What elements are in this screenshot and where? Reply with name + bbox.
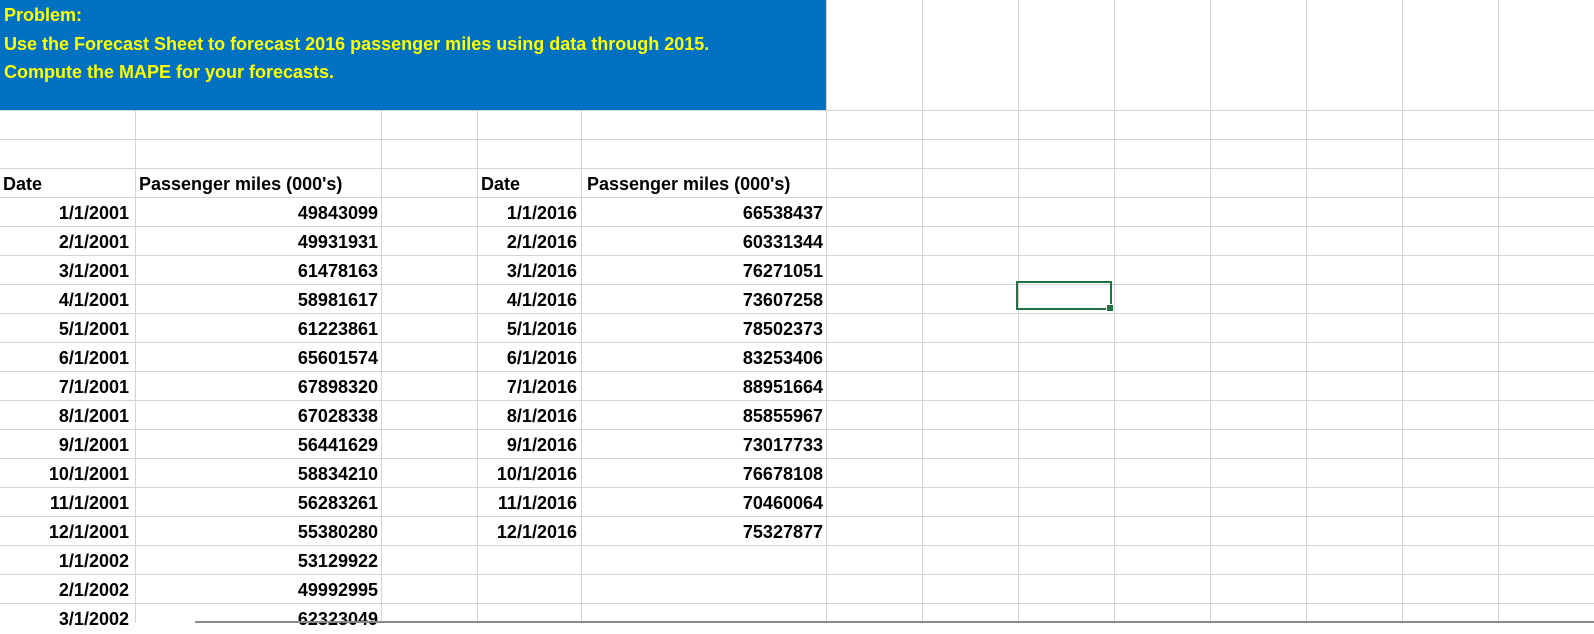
table1-miles-cell[interactable]: 56283261 bbox=[136, 489, 381, 518]
table1-miles-cell[interactable]: 56441629 bbox=[136, 431, 381, 460]
table1-miles-cell[interactable]: 55380280 bbox=[136, 518, 381, 547]
table1-date-cell[interactable]: 3/1/2002 bbox=[0, 605, 132, 634]
table2-date-cell[interactable]: 10/1/2016 bbox=[478, 460, 580, 489]
table2-header-date[interactable]: Date bbox=[478, 170, 583, 199]
column-gridline bbox=[1306, 0, 1307, 623]
column-gridline bbox=[826, 0, 827, 623]
row-gridline bbox=[0, 110, 1594, 111]
table2-miles-cell[interactable]: 85855967 bbox=[584, 402, 826, 431]
table1-header-miles[interactable]: Passenger miles (000's) bbox=[136, 170, 383, 199]
table1-miles-cell[interactable]: 61223861 bbox=[136, 315, 381, 344]
table1-miles-cell[interactable]: 67028338 bbox=[136, 402, 381, 431]
table2-date-cell[interactable]: 12/1/2016 bbox=[478, 518, 580, 547]
problem-title: Problem: bbox=[4, 5, 83, 25]
table1-header-date[interactable]: Date bbox=[0, 170, 135, 199]
table2-miles-cell[interactable]: 88951664 bbox=[584, 373, 826, 402]
problem-mape-instruction: Compute the MAPE for your forecasts. bbox=[4, 62, 335, 82]
table1-miles-cell[interactable]: 62323049 bbox=[136, 605, 381, 634]
problem-statement-box[interactable]: Problem: Use the Forecast Sheet to forec… bbox=[0, 0, 826, 110]
table2-header-miles[interactable]: Passenger miles (000's) bbox=[584, 170, 826, 199]
row-gridline bbox=[0, 139, 1594, 140]
table1-date-cell[interactable]: 1/1/2002 bbox=[0, 547, 132, 576]
table1-miles-cell[interactable]: 58981617 bbox=[136, 286, 381, 315]
table1-date-cell[interactable]: 11/1/2001 bbox=[0, 489, 132, 518]
table1-date-cell[interactable]: 12/1/2001 bbox=[0, 518, 132, 547]
table1-miles-cell[interactable]: 65601574 bbox=[136, 344, 381, 373]
table2-miles-cell[interactable]: 76678108 bbox=[584, 460, 826, 489]
table1-date-cell[interactable]: 7/1/2001 bbox=[0, 373, 132, 402]
table1-miles-cell[interactable]: 53129922 bbox=[136, 547, 381, 576]
table1-date-cell[interactable]: 2/1/2002 bbox=[0, 576, 132, 605]
table2-miles-cell[interactable]: 75327877 bbox=[584, 518, 826, 547]
table2-date-cell[interactable]: 8/1/2016 bbox=[478, 402, 580, 431]
table1-date-cell[interactable]: 2/1/2001 bbox=[0, 228, 132, 257]
table1-miles-cell[interactable]: 49992995 bbox=[136, 576, 381, 605]
table2-date-cell[interactable]: 3/1/2016 bbox=[478, 257, 580, 286]
table1-date-cell[interactable]: 5/1/2001 bbox=[0, 315, 132, 344]
table1-date-cell[interactable]: 6/1/2001 bbox=[0, 344, 132, 373]
problem-instruction: Use the Forecast Sheet to forecast 2016 … bbox=[4, 34, 710, 54]
column-gridline bbox=[1114, 0, 1115, 623]
table2-miles-cell[interactable]: 66538437 bbox=[584, 199, 826, 228]
table1-miles-cell[interactable]: 58834210 bbox=[136, 460, 381, 489]
table1-date-cell[interactable]: 3/1/2001 bbox=[0, 257, 132, 286]
table1-miles-cell[interactable]: 49843099 bbox=[136, 199, 381, 228]
table2-miles-cell[interactable]: 60331344 bbox=[584, 228, 826, 257]
table2-miles-cell[interactable]: 78502373 bbox=[584, 315, 826, 344]
table2-miles-cell[interactable]: 70460064 bbox=[584, 489, 826, 518]
table1-miles-cell[interactable]: 61478163 bbox=[136, 257, 381, 286]
table2-date-cell[interactable]: 1/1/2016 bbox=[478, 199, 580, 228]
table1-date-cell[interactable]: 1/1/2001 bbox=[0, 199, 132, 228]
row-gridline bbox=[0, 168, 1594, 169]
table2-miles-cell[interactable]: 83253406 bbox=[584, 344, 826, 373]
table2-date-cell[interactable]: 9/1/2016 bbox=[478, 431, 580, 460]
table2-date-cell[interactable]: 5/1/2016 bbox=[478, 315, 580, 344]
table2-date-cell[interactable]: 11/1/2016 bbox=[478, 489, 580, 518]
table1-date-cell[interactable]: 10/1/2001 bbox=[0, 460, 132, 489]
column-gridline bbox=[1018, 0, 1019, 623]
column-gridline bbox=[1498, 0, 1499, 623]
table2-date-cell[interactable]: 2/1/2016 bbox=[478, 228, 580, 257]
column-gridline bbox=[922, 0, 923, 623]
table1-miles-cell[interactable]: 67898320 bbox=[136, 373, 381, 402]
table1-date-cell[interactable]: 4/1/2001 bbox=[0, 286, 132, 315]
column-gridline bbox=[1210, 0, 1211, 623]
table2-date-cell[interactable]: 6/1/2016 bbox=[478, 344, 580, 373]
table1-date-cell[interactable]: 9/1/2001 bbox=[0, 431, 132, 460]
table2-date-cell[interactable]: 4/1/2016 bbox=[478, 286, 580, 315]
table1-miles-cell[interactable]: 49931931 bbox=[136, 228, 381, 257]
fill-handle[interactable] bbox=[1106, 304, 1114, 312]
selected-cell[interactable] bbox=[1016, 281, 1114, 312]
table2-miles-cell[interactable]: 73017733 bbox=[584, 431, 826, 460]
table2-date-cell[interactable]: 7/1/2016 bbox=[478, 373, 580, 402]
table2-miles-cell[interactable]: 73607258 bbox=[584, 286, 826, 315]
table2-miles-cell[interactable]: 76271051 bbox=[584, 257, 826, 286]
table1-date-cell[interactable]: 8/1/2001 bbox=[0, 402, 132, 431]
column-gridline bbox=[1402, 0, 1403, 623]
